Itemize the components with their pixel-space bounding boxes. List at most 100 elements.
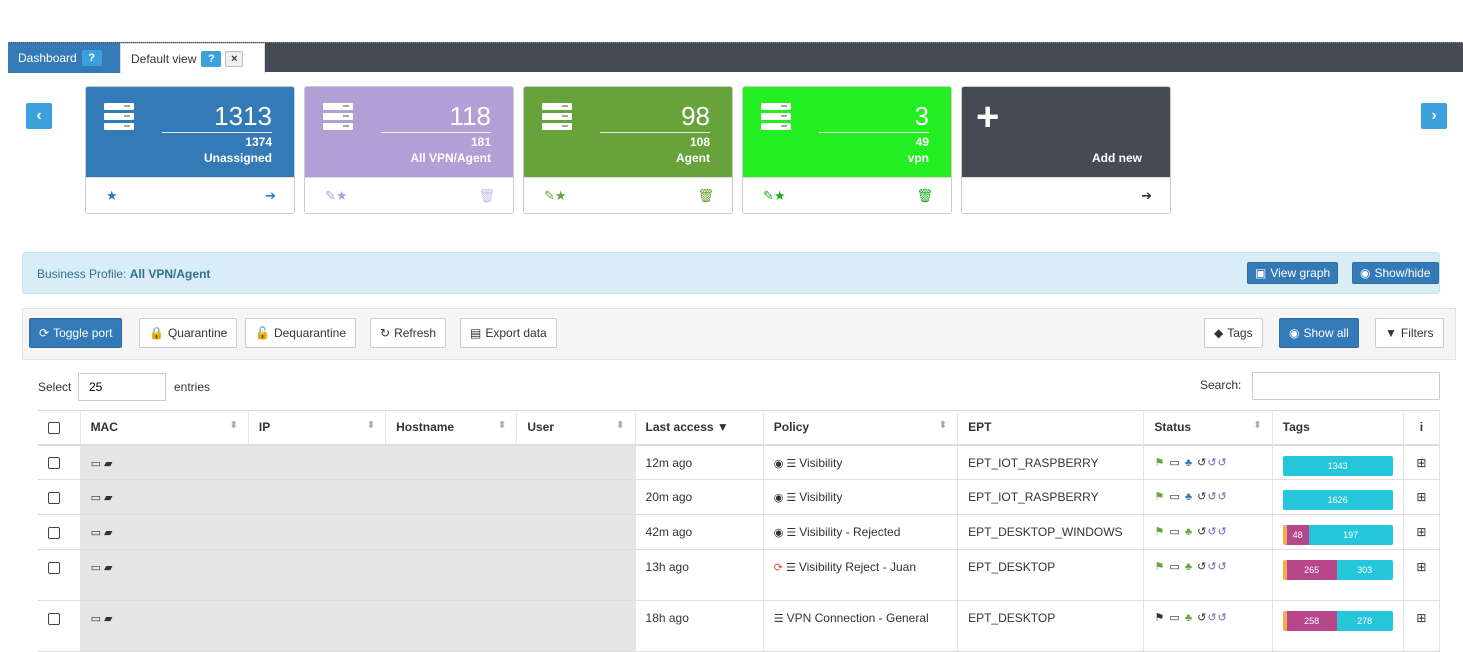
card-label: All VPN/Agent [410, 151, 491, 165]
show-all-button[interactable]: ◉ Show all [1279, 318, 1359, 348]
edit-star-icon[interactable]: ✎★ [325, 188, 348, 204]
column-header-mac[interactable]: MAC ⬍ [80, 410, 249, 446]
user-cell [516, 514, 636, 550]
mac-cell: ▭ ▰ [80, 600, 249, 652]
refresh-icon: ⟳ [773, 562, 783, 574]
trash-icon[interactable]: 🗑 [697, 188, 714, 204]
arrow-right-icon[interactable]: ➔ [265, 188, 276, 204]
policy-cell: ☰ VPN Connection - General [763, 600, 959, 652]
tab-default-view-label: Default view [131, 51, 197, 66]
expand-icon[interactable]: ⊞ [1403, 549, 1441, 601]
card-value: 98 [681, 101, 710, 131]
column-header-status[interactable]: Status ⬍ [1143, 410, 1273, 446]
row-checkbox[interactable] [48, 526, 60, 539]
view-graph-button[interactable]: ▣ View graph [1247, 262, 1339, 284]
select-label: Select [38, 380, 72, 394]
column-header-last-access[interactable]: Last access ▼ [635, 410, 764, 446]
hostname-cell [385, 514, 518, 550]
history-icon: ↺ [1207, 526, 1218, 538]
search-input[interactable] [1252, 372, 1440, 400]
history-icon: ↺ [1207, 561, 1218, 573]
select-all-checkbox[interactable] [48, 422, 60, 435]
row-checkbox[interactable] [48, 491, 60, 504]
profile-card-unassigned[interactable]: 1313 1374 Unassigned ★ ➔ [85, 86, 295, 214]
eye-icon: ◉ [773, 457, 784, 470]
dequarantine-button[interactable]: 🔓 Dequarantine [245, 318, 357, 348]
table-row[interactable]: ▭ ▰ 12m ago ◉ ☰ Visibility EPT_IOT_RASPBERR… [38, 444, 1441, 480]
business-profile-name: All VPN/Agent [129, 267, 211, 281]
tab-dashboard[interactable]: Dashboard ? [8, 43, 120, 73]
server-icon [761, 103, 791, 130]
carousel-next-button[interactable]: › [1421, 103, 1447, 129]
column-header-hostname[interactable]: Hostname ⬍ [385, 410, 518, 446]
profile-card-vpn[interactable]: 3 49 vpn ✎★ 🗑 [742, 86, 952, 214]
history-icon: ↺ [1217, 456, 1228, 469]
refresh-button[interactable]: ↻ Refresh [370, 318, 447, 348]
tab-bar: Dashboard ? Default view ? × [8, 42, 1463, 73]
profile-card-all-vpn-agent[interactable]: 118 181 All VPN/Agent ✎★ 🗑 [304, 86, 514, 214]
edit-star-icon[interactable]: ✎★ [763, 188, 786, 204]
column-header-ip[interactable]: IP ⬍ [248, 410, 387, 446]
tablet-icon: ▰ [103, 492, 113, 504]
select-all-header[interactable] [38, 410, 81, 446]
expand-icon[interactable]: ⊞ [1403, 600, 1441, 652]
card-total: 181 [470, 135, 491, 149]
table-row[interactable]: ▭ ▰ 18h ago ☰ VPN Connection - General EPT… [38, 600, 1441, 652]
ept-cell: EPT_DESKTOP [957, 600, 1145, 652]
ept-cell: EPT_IOT_RASPBERRY [957, 479, 1145, 515]
row-checkbox[interactable] [48, 457, 60, 470]
column-header-tags[interactable]: Tags [1272, 410, 1404, 446]
tab-default-view[interactable]: Default view ? × [120, 43, 265, 73]
quarantine-button[interactable]: 🔒 Quarantine [139, 318, 238, 348]
trash-icon[interactable]: 🗑 [916, 188, 933, 204]
last-access-cell: 42m ago [635, 514, 764, 550]
lock-icon: 🔒 [149, 326, 164, 340]
filters-button[interactable]: ▼ Filters [1375, 318, 1444, 348]
export-data-button[interactable]: ▤ Export data [460, 318, 557, 348]
mac-cell: ▭ ▰ [80, 479, 249, 515]
expand-icon[interactable]: ⊞ [1403, 514, 1441, 550]
sort-icon: ⬍ [616, 420, 625, 432]
column-header-policy[interactable]: Policy ⬍ [763, 410, 959, 446]
edit-star-icon[interactable]: ✎★ [544, 188, 567, 204]
profile-card-add-new[interactable]: + Add new ➔ [961, 86, 1171, 214]
file-icon: ▤ [470, 326, 482, 340]
laptop-icon: ▭ [90, 562, 101, 574]
tablet-icon: ▰ [103, 613, 113, 625]
table-row[interactable]: ▭ ▰ 13h ago ⟳ ☰ Visibility Reject - Juan EP… [38, 549, 1441, 601]
table-row[interactable]: ▭ ▰ 42m ago ◉ ☰ Visibility - Rejected EPT_D… [38, 514, 1441, 550]
show-hide-button[interactable]: ◉ Show/hide [1352, 262, 1439, 284]
expand-icon[interactable]: ⊞ [1403, 479, 1441, 515]
expand-icon[interactable]: ⊞ [1403, 444, 1441, 480]
profile-card-agent[interactable]: 98 108 Agent ✎★ 🗑 [523, 86, 733, 214]
card-label: Agent [676, 151, 710, 165]
action-toolbar: ⟳ Toggle port 🔒 Quarantine 🔓 Dequarantine ↻… [22, 308, 1456, 360]
column-header-ept[interactable]: EPT [957, 410, 1145, 446]
arrow-right-icon[interactable]: ➔ [1141, 188, 1152, 204]
hostname-cell [385, 444, 518, 480]
list-icon: ☰ [786, 457, 797, 470]
card-label: Add new [1092, 151, 1142, 165]
help-icon[interactable]: ? [201, 50, 222, 67]
toggle-port-button[interactable]: ⟳ Toggle port [29, 318, 123, 348]
history-icon: ↺ [1197, 456, 1208, 469]
carousel-prev-button[interactable]: ‹ [26, 103, 52, 129]
column-header-info[interactable]: i [1403, 410, 1441, 446]
help-icon[interactable]: ? [81, 50, 102, 66]
list-icon: ☰ [773, 613, 784, 625]
table-row[interactable]: ▭ ▰ 20m ago ◉ ☰ Visibility EPT_IOT_RASPBERR… [38, 479, 1441, 515]
entries-count-input[interactable] [78, 373, 166, 401]
user-cell [516, 549, 636, 601]
policy-cell: ◉ ☰ Visibility - Rejected [763, 514, 959, 550]
star-icon[interactable]: ★ [106, 188, 118, 204]
row-checkbox[interactable] [48, 612, 60, 625]
trash-icon[interactable]: 🗑 [478, 188, 495, 204]
server-icon [104, 103, 134, 130]
tablet-icon: ▰ [103, 457, 113, 470]
tags-button[interactable]: ◆ Tags [1204, 318, 1263, 348]
row-checkbox[interactable] [48, 561, 60, 574]
column-header-user[interactable]: User ⬍ [516, 410, 636, 446]
laptop-icon: ▭ [1169, 612, 1181, 624]
history-icon: ↺ [1197, 561, 1208, 573]
close-icon[interactable]: × [225, 50, 244, 67]
